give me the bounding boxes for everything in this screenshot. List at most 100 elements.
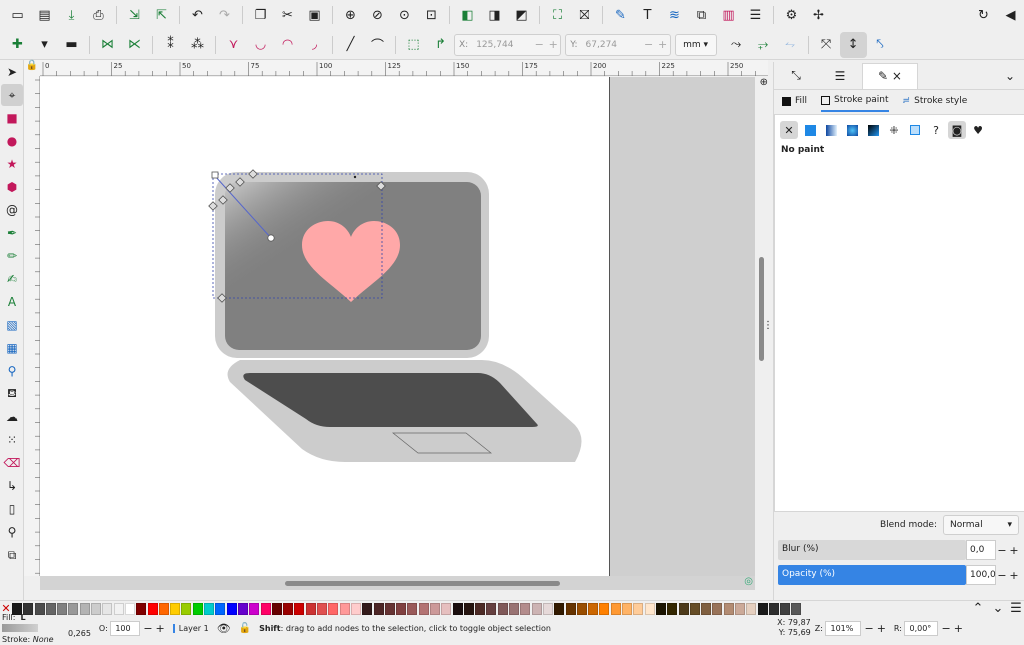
palette-swatch[interactable] [317,602,328,615]
blur-value[interactable]: 0,0 [966,540,996,560]
gradient-start-handle[interactable] [211,171,219,179]
text-tool-icon[interactable]: A [1,291,23,313]
paste-icon[interactable]: ▣ [301,2,328,28]
minus-icon[interactable]: − [864,622,873,635]
calligraphy-tool-icon[interactable]: ✍ [1,268,23,290]
blur-slider[interactable]: Blur (%) 0,0 − + [778,539,1021,561]
fill-rule-nonzero-icon[interactable]: ♥ [969,121,987,139]
layer-indicator[interactable]: Layer 1 [172,623,209,633]
text-font-icon[interactable]: T [634,2,661,28]
no-paint-icon[interactable]: ✕ [780,121,798,139]
rotation-control[interactable]: R: 0,00° − + [894,620,963,636]
stroke-width-value[interactable]: 0,265 [68,629,91,638]
layer-visibility-icon[interactable]: 👁 [217,622,231,635]
x-value[interactable]: 125,744 [472,40,532,50]
vertical-scrollbar[interactable]: ⊕ ⋮ [755,77,773,576]
palette-swatch[interactable] [294,602,305,615]
unlink-clone-icon[interactable]: ◩ [508,2,535,28]
blur-track[interactable]: Blur (%) [778,540,966,560]
transform-icon[interactable]: ✢ [805,2,832,28]
redo-icon[interactable]: ↷ [211,2,238,28]
palette-swatch[interactable] [305,602,316,615]
path-effect-icon[interactable]: ⥊ [777,32,804,58]
paint-bucket-tool-icon[interactable]: ⛾ [1,383,23,405]
mesh-gradient-icon[interactable] [864,121,882,139]
edit-clip-path-icon[interactable]: ⤳ [723,32,750,58]
tab-stroke-paint[interactable]: Stroke paint [821,90,889,112]
curve-segment-icon[interactable]: ⌒ [364,32,391,58]
plus-icon[interactable]: + [546,38,560,51]
palette-swatch[interactable] [655,602,666,615]
flat-color-icon[interactable] [801,121,819,139]
save-icon[interactable]: ⤓ [58,2,85,28]
new-document-icon[interactable]: ▭ [4,2,31,28]
fill-rule-evenodd-icon[interactable]: ◙ [948,121,966,139]
palette-swatch[interactable] [102,602,113,615]
tab-align-icon[interactable]: ☰ [818,63,862,89]
palette-swatch[interactable] [384,602,395,615]
export-icon[interactable]: ⇱ [148,2,175,28]
plus-icon[interactable]: + [1008,544,1020,557]
palette-swatch[interactable] [610,602,621,615]
open-icon[interactable]: ▤ [31,2,58,28]
palette-swatch[interactable] [588,602,599,615]
palette-swatch[interactable] [396,602,407,615]
pages-tool-icon[interactable]: ▯ [1,498,23,520]
palette-swatch[interactable] [780,602,791,615]
canvas[interactable] [40,77,755,576]
tab-fill-stroke[interactable]: ✎ × [862,62,918,89]
align-distribute-icon[interactable]: ☰ [742,2,769,28]
palette-swatch[interactable] [475,602,486,615]
opacity-input[interactable]: 100 [110,620,141,636]
palette-swatch[interactable] [633,602,644,615]
zoom-drawing-icon[interactable]: ⊘ [364,2,391,28]
ellipse-tool-icon[interactable]: ● [1,130,23,152]
pencil-tool-icon[interactable]: ✏ [1,245,23,267]
cusp-node-icon[interactable]: ⋎ [220,32,247,58]
gradient-tool-icon[interactable]: ▧ [1,314,23,336]
edit-mask-icon[interactable]: ⥅ [750,32,777,58]
zoom-1-1-icon[interactable]: ⊡ [418,2,445,28]
vertical-scroll-thumb[interactable] [759,257,764,361]
zoom-selection-icon[interactable]: ⊕ [337,2,364,28]
palette-swatch[interactable] [328,602,339,615]
node-tool-icon[interactable]: ⌖ [1,84,23,106]
palette-swatch[interactable] [701,602,712,615]
layers-icon[interactable]: ≋ [661,2,688,28]
unset-paint-icon[interactable]: ? [927,121,945,139]
palette-swatch[interactable] [429,602,440,615]
mesh-tool-icon[interactable]: ▦ [1,337,23,359]
import-icon[interactable]: ⇲ [121,2,148,28]
preferences-icon[interactable]: ⚙ [778,2,805,28]
chevron-down-icon[interactable]: ⌄ [996,63,1024,89]
palette-swatch[interactable] [667,602,678,615]
linear-gradient-icon[interactable] [822,121,840,139]
blend-mode-select[interactable]: Normal ▾ [943,515,1019,535]
palette-swatch[interactable] [215,602,226,615]
palette-swatch[interactable] [181,602,192,615]
stroke-to-path-icon[interactable]: ↱ [427,32,454,58]
zoom-page-icon[interactable]: ⊙ [391,2,418,28]
plus-icon[interactable]: + [877,622,886,635]
palette-swatch[interactable] [689,602,700,615]
palette-swatch[interactable] [136,602,147,615]
palette-swatch[interactable] [542,602,553,615]
smooth-node-icon[interactable]: ◡ [247,32,274,58]
dropper-tool-icon[interactable]: ⚲ [1,360,23,382]
cut-icon[interactable]: ✂ [274,2,301,28]
palette-swatch[interactable] [768,602,779,615]
palette-swatch[interactable] [418,602,429,615]
plus-icon[interactable]: + [656,38,670,51]
snap-toggle-icon[interactable]: ↻ [970,2,997,28]
pen-tool-icon[interactable]: ✒ [1,222,23,244]
opacity-control[interactable]: O: 100 − + [99,620,165,636]
star-tool-icon[interactable]: ★ [1,153,23,175]
join-nodes-icon[interactable]: ⋈ [94,32,121,58]
show-path-outline-icon[interactable]: ⤣ [867,32,894,58]
plus-icon[interactable]: + [156,622,165,635]
show-handles-icon[interactable]: ↕ [839,31,867,58]
tab-fill[interactable]: Fill [782,90,807,112]
palette-swatch[interactable] [226,602,237,615]
ruler-corner-lock-icon[interactable]: 🔒 [24,60,40,76]
copy-icon[interactable]: ❐ [247,2,274,28]
